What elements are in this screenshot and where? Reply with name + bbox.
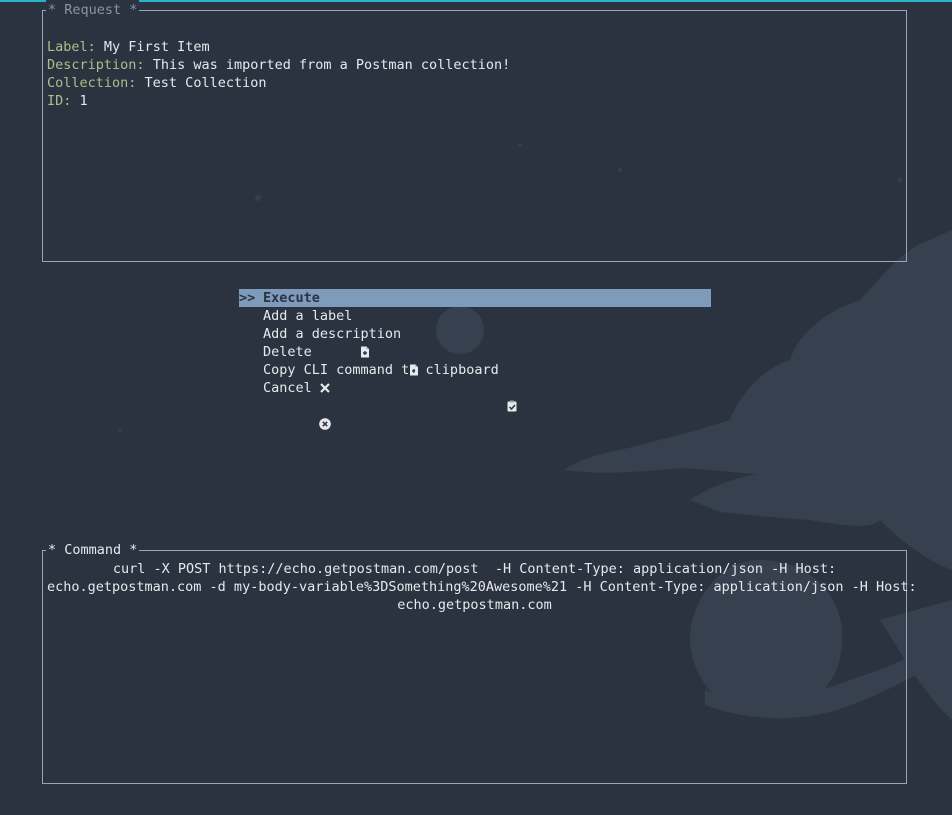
request-label-value: My First Item (103, 39, 210, 55)
menu-item-add-description[interactable]: Add a description (239, 325, 711, 376)
clipboard-check-icon (505, 363, 519, 412)
menu-item-cancel-label: Cancel (263, 380, 312, 396)
request-description-key: Description: (47, 57, 145, 73)
lightning-icon (326, 291, 340, 340)
request-collection-row: Collection: Test Collection (47, 74, 510, 92)
file-plus-icon (407, 327, 421, 376)
request-id-row: ID: 1 (47, 92, 510, 110)
menu-item-add-label[interactable]: Add a label (239, 307, 711, 358)
request-label-key: Label: (47, 39, 96, 55)
command-line: echo.getpostman.com -d my-body-variable%… (47, 579, 917, 595)
menu-selection-pointer: >> (239, 290, 256, 306)
x-circle-icon (318, 381, 332, 430)
action-menu: >> Execute Add a label Add a description … (239, 289, 711, 430)
menu-item-execute[interactable]: >> Execute (239, 289, 711, 340)
request-panel: * Request * Label: My First Item Descrip… (42, 0, 907, 262)
request-collection-key: Collection: (47, 75, 137, 91)
menu-item-delete[interactable]: Delete (239, 343, 711, 393)
menu-item-execute-label: Execute (263, 290, 320, 306)
file-plus-icon (358, 309, 372, 358)
command-title-text: Command (64, 542, 122, 558)
request-details: Label: My First Item Description: This w… (47, 38, 510, 110)
menu-item-delete-label: Delete (263, 344, 312, 360)
request-title-text: Request (64, 2, 122, 18)
menu-item-copy-cli-label: Copy CLI command to clipboard (263, 362, 499, 378)
request-description-row: Description: This was imported from a Po… (47, 56, 510, 74)
command-line: curl -X POST https://echo.getpostman.com… (112, 561, 837, 577)
request-collection-value: Test Collection (144, 75, 267, 91)
menu-item-copy-cli[interactable]: Copy CLI command to clipboard (239, 361, 711, 412)
menu-item-add-label-label: Add a label (263, 308, 353, 324)
request-description-value: This was imported from a Postman collect… (152, 57, 511, 73)
request-panel-title: * Request * (46, 0, 140, 20)
top-accent-line (0, 0, 952, 2)
request-label-row: Label: My First Item (47, 38, 510, 56)
request-id-key: ID: (47, 93, 72, 109)
command-text: curl -X POST https://echo.getpostman.com… (47, 560, 917, 614)
command-panel-title: * Command * (46, 540, 140, 560)
command-panel: * Command * curl -X POST https://echo.ge… (42, 540, 917, 784)
menu-item-add-description-label: Add a description (263, 326, 402, 342)
x-icon (318, 345, 332, 393)
menu-item-cancel[interactable]: Cancel (239, 379, 711, 430)
request-id-value: 1 (79, 93, 88, 109)
command-line: echo.getpostman.com (397, 597, 552, 613)
